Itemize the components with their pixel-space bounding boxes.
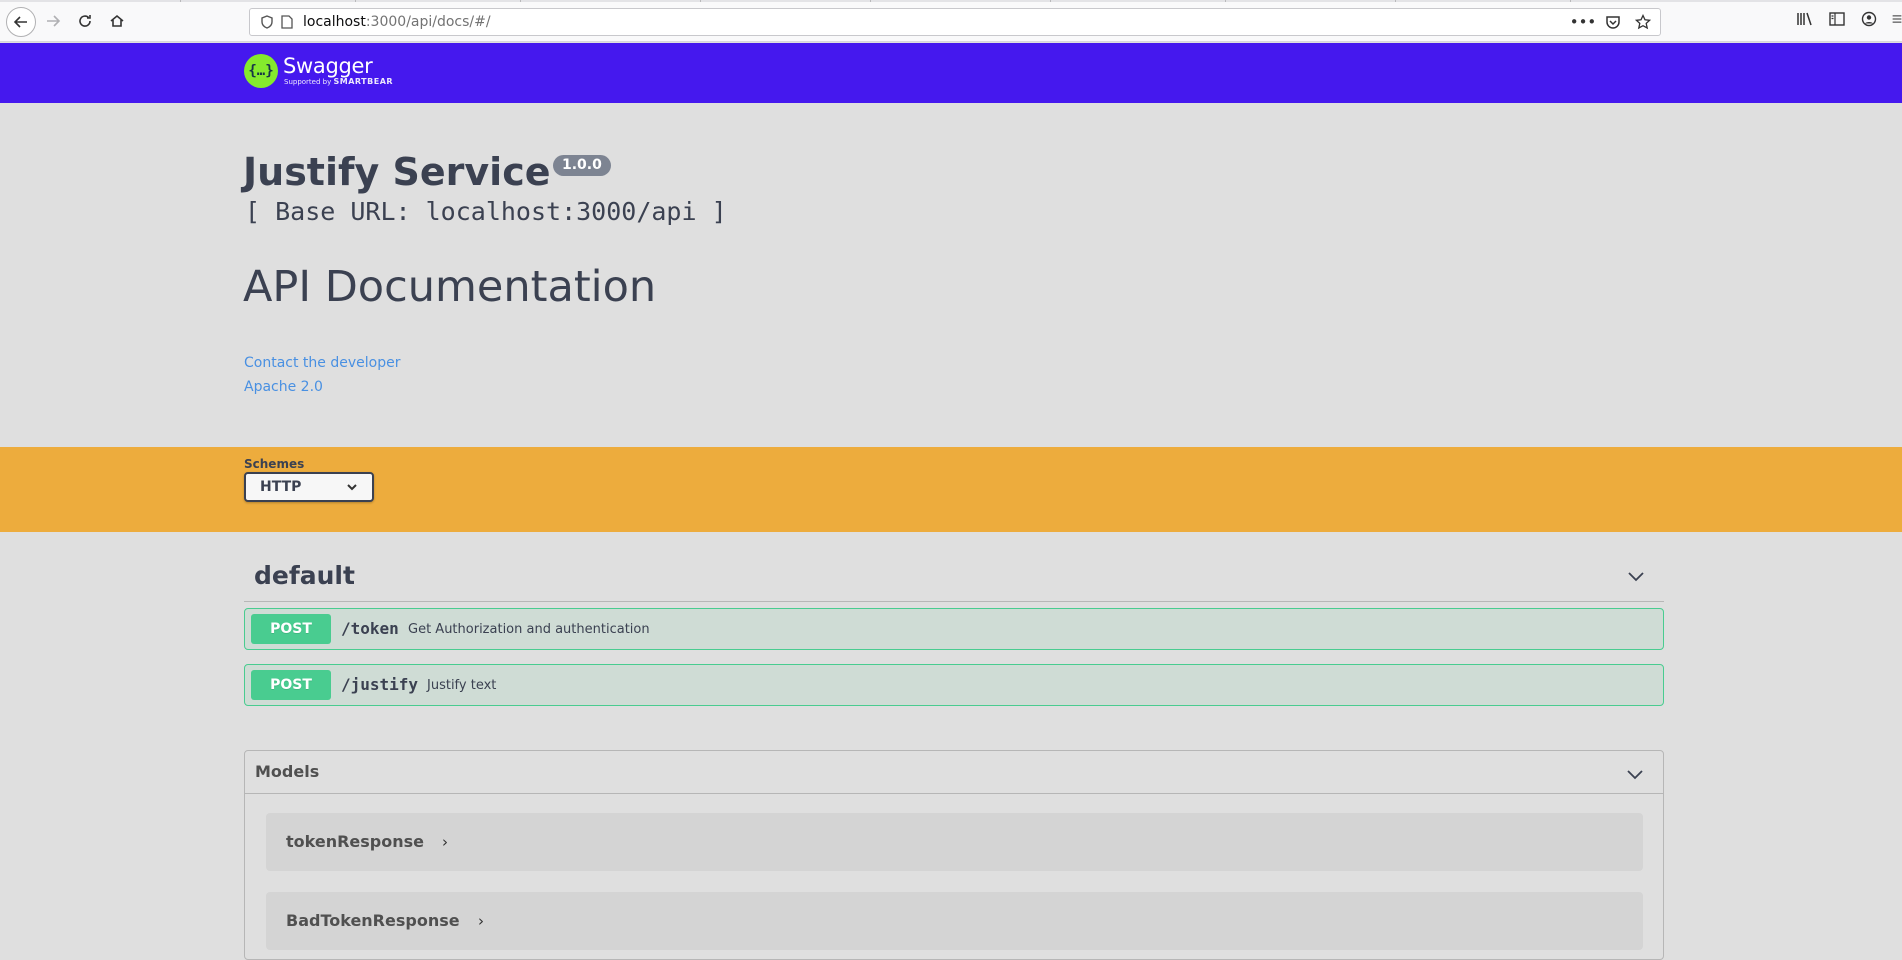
url-text[interactable]: localhost:3000/api/docs/#/: [303, 14, 491, 30]
operation-path: /justify: [341, 675, 419, 694]
schemes-selected-value: HTTP: [260, 479, 302, 495]
schemes-label: Schemes: [244, 457, 305, 471]
version-badge: 1.0.0: [553, 155, 611, 176]
schemes-bar: Schemes HTTP: [0, 447, 1902, 532]
home-button[interactable]: [104, 8, 130, 34]
swagger-logo-icon: {…}: [244, 54, 278, 88]
base-url: [ Base URL: localhost:3000/api ]: [245, 197, 727, 226]
sidebar-icon[interactable]: [1828, 10, 1846, 28]
models-title: Models: [255, 762, 320, 781]
opblock-post-token[interactable]: POST /token Get Authorization and authen…: [244, 608, 1664, 650]
operation-summary: Get Authorization and authentication: [408, 622, 650, 637]
contact-link[interactable]: Contact the developer: [244, 355, 400, 371]
api-description: API Documentation: [243, 262, 657, 312]
reload-icon: [79, 15, 91, 27]
menu-icon[interactable]: [1892, 10, 1902, 28]
schemes-select[interactable]: HTTP: [244, 472, 374, 502]
browser-toolbar: localhost:3000/api/docs/#/ •••: [0, 0, 1902, 42]
account-icon[interactable]: [1860, 10, 1878, 28]
model-name: BadTokenResponse: [286, 911, 460, 930]
license-link[interactable]: Apache 2.0: [244, 379, 323, 395]
arrow-right-icon: [47, 15, 61, 27]
method-badge: POST: [251, 670, 331, 700]
chevron-right-icon[interactable]: ›: [478, 912, 484, 930]
model-token-response[interactable]: tokenResponse ›: [266, 813, 1643, 871]
forward-button[interactable]: [40, 8, 66, 34]
chevron-down-icon: [347, 484, 357, 491]
address-bar[interactable]: localhost:3000/api/docs/#/ •••: [249, 8, 1661, 36]
page-actions-icon[interactable]: •••: [1570, 13, 1597, 31]
chevron-down-icon[interactable]: [1626, 566, 1646, 586]
logo-supported-by: Supported by: [284, 78, 332, 86]
method-badge: POST: [251, 614, 331, 644]
opblock-post-justify[interactable]: POST /justify Justify text: [244, 664, 1664, 706]
bookmark-star-icon[interactable]: [1634, 13, 1652, 31]
home-icon: [110, 14, 124, 27]
operation-summary: Justify text: [427, 678, 497, 693]
logo-name: Swagger: [283, 54, 373, 78]
chevron-right-icon[interactable]: ›: [442, 833, 448, 851]
url-path: :3000/api/docs/#/: [365, 14, 491, 30]
api-title: Justify Service: [243, 150, 551, 194]
tag-section-header[interactable]: default: [244, 552, 1664, 602]
back-button[interactable]: [6, 7, 36, 37]
url-host: localhost: [303, 14, 366, 30]
logo-smartbear: SMARTBEAR: [333, 77, 394, 86]
shield-icon[interactable]: [259, 14, 275, 30]
pocket-icon[interactable]: [1604, 13, 1622, 31]
swagger-logo[interactable]: {…} Swagger Supported by SMARTBEAR: [244, 54, 393, 88]
models-section: Models tokenResponse › BadTokenResponse …: [244, 750, 1664, 960]
models-header[interactable]: Models: [245, 751, 1663, 794]
tab-strip: [0, 0, 1902, 2]
chevron-down-icon[interactable]: [1625, 764, 1645, 784]
page-icon[interactable]: [279, 14, 295, 30]
model-name: tokenResponse: [286, 832, 424, 851]
swagger-topbar: {…} Swagger Supported by SMARTBEAR: [0, 43, 1902, 103]
library-icon[interactable]: [1796, 10, 1814, 28]
tag-name: default: [254, 561, 355, 590]
reload-button[interactable]: [72, 8, 98, 34]
logo-subtitle: Supported by SMARTBEAR: [284, 77, 393, 87]
model-bad-token-response[interactable]: BadTokenResponse ›: [266, 892, 1643, 950]
arrow-left-icon: [13, 16, 27, 28]
operation-path: /token: [341, 619, 399, 638]
